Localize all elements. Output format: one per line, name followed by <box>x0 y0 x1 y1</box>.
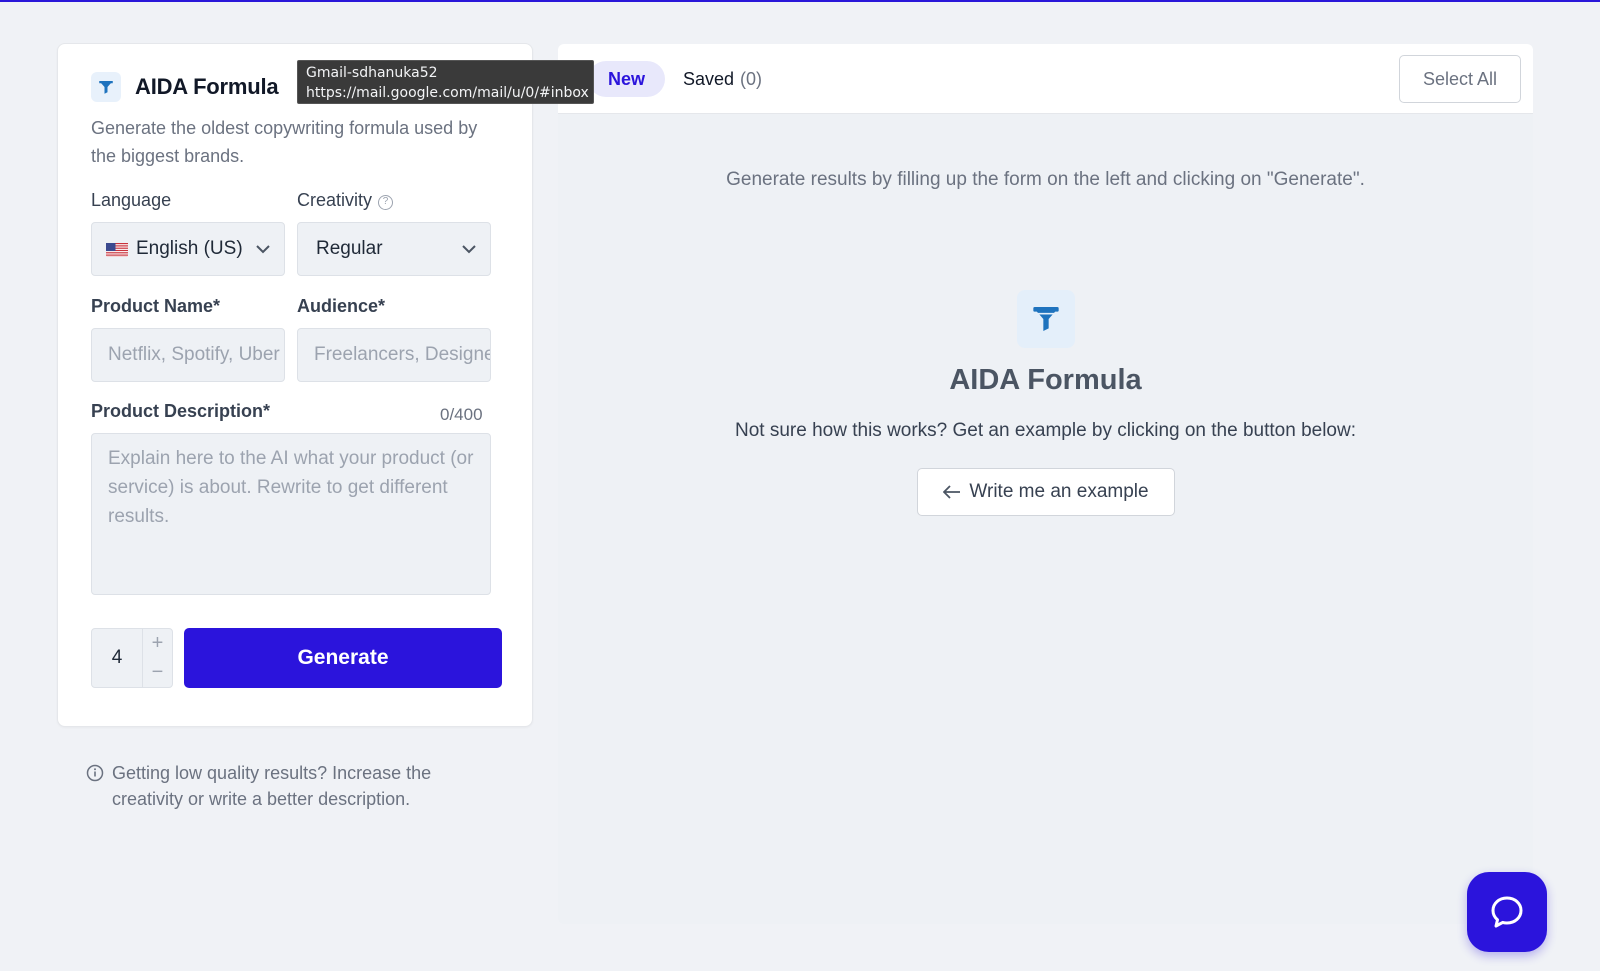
generate-button[interactable]: Generate <box>184 628 502 688</box>
quality-hint: Getting low quality results? Increase th… <box>86 760 506 812</box>
quantity-stepper[interactable]: 4 + − <box>91 628 173 688</box>
language-select[interactable]: English (US) <box>91 222 285 276</box>
chevron-down-icon <box>462 244 476 253</box>
funnel-icon <box>1017 290 1075 348</box>
product-name-label: Product Name* <box>91 296 221 316</box>
top-accent-line <box>0 0 1600 2</box>
audience-input[interactable]: Freelancers, Designers <box>297 328 491 382</box>
tooltip-url: https://mail.google.com/mail/u/0/#inbox <box>306 85 589 101</box>
chevron-down-icon <box>256 244 270 253</box>
us-flag-icon <box>106 242 128 257</box>
product-description-textarea[interactable]: Explain here to the AI what your product… <box>91 433 491 595</box>
creativity-label: Creativity? <box>297 190 394 211</box>
link-tooltip: Gmail-sdhanuka52 https://mail.google.com… <box>297 60 594 104</box>
results-message: Generate results by filling up the form … <box>726 169 1365 190</box>
creativity-label-text: Creativity <box>297 190 373 210</box>
tab-new[interactable]: New <box>588 61 666 97</box>
select-all-button[interactable]: Select All <box>1399 55 1521 103</box>
card-title: AIDA Formula <box>135 74 279 99</box>
funnel-icon <box>91 72 121 102</box>
increment-button[interactable]: + <box>143 629 172 658</box>
empty-state-subtitle: Not sure how this works? Get an example … <box>735 420 1356 441</box>
card-header: AIDA Formula <box>91 72 279 102</box>
help-circle-icon[interactable]: ? <box>378 195 394 210</box>
tab-saved[interactable]: Saved (0) <box>683 61 762 97</box>
audience-label: Audience* <box>297 296 386 316</box>
empty-state-title: AIDA Formula <box>949 364 1142 396</box>
character-counter: 0/400 <box>440 405 483 424</box>
saved-count: (0) <box>740 69 763 89</box>
write-example-label: Write me an example <box>969 481 1149 502</box>
tab-saved-label: Saved <box>683 69 735 89</box>
creativity-value: Regular <box>316 238 383 259</box>
product-name-input[interactable]: Netflix, Spotify, Uber <box>91 328 285 382</box>
creativity-select[interactable]: Regular <box>297 222 491 276</box>
chat-support-button[interactable] <box>1467 872 1547 952</box>
write-example-button[interactable]: Write me an example <box>917 468 1175 516</box>
results-panel: New Saved (0) Select All Generate results… <box>558 44 1533 924</box>
language-label: Language <box>91 190 172 210</box>
tooltip-title: Gmail-sdhanuka52 <box>306 65 438 81</box>
chat-bubble-icon <box>1491 896 1523 928</box>
product-description-label: Product Description* <box>91 401 271 421</box>
arrow-left-icon <box>943 485 961 499</box>
decrement-button[interactable]: − <box>143 658 172 687</box>
form-card: AIDA Formula Generate the oldest copywri… <box>57 43 533 727</box>
quantity-value[interactable]: 4 <box>92 629 142 687</box>
results-header: New Saved (0) Select All <box>558 44 1533 114</box>
info-icon <box>86 764 104 782</box>
stepper-buttons: + − <box>142 629 172 687</box>
hint-text: Getting low quality results? Increase th… <box>112 763 432 809</box>
card-description: Generate the oldest copywriting formula … <box>91 118 478 166</box>
language-value: English (US) <box>136 238 243 259</box>
